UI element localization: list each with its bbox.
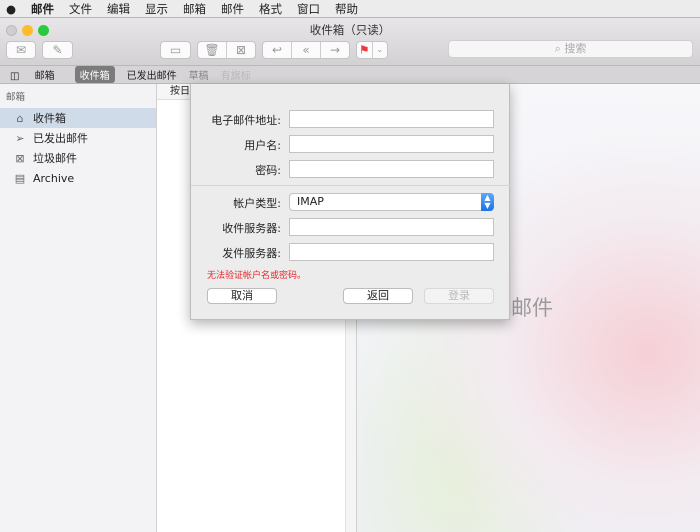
- sidebar: 邮箱 ⌂ 收件箱 ➢ 已发出邮件 ⊠ 垃圾邮件 ▤ Archive: [0, 84, 157, 532]
- sidebar-item-archive[interactable]: ▤ Archive: [0, 168, 156, 188]
- menu-format[interactable]: 格式: [259, 1, 282, 17]
- menu-message[interactable]: 邮件: [221, 1, 244, 17]
- password-field[interactable]: [289, 160, 494, 178]
- menu-view[interactable]: 显示: [145, 1, 168, 17]
- delete-button[interactable]: 🗑: [198, 42, 227, 58]
- fav-drafts[interactable]: 草稿: [189, 67, 209, 82]
- archive-button[interactable]: ▭: [161, 42, 190, 58]
- username-label: 用户名:: [244, 139, 281, 152]
- flag-button[interactable]: ⚑: [357, 42, 373, 58]
- reply-button[interactable]: ↩: [263, 42, 292, 58]
- search-placeholder: 搜索: [564, 42, 587, 55]
- sidebar-header: 邮箱: [6, 92, 26, 103]
- menu-bar: ● 邮件 文件 编辑 显示 邮箱 邮件 格式 窗口 帮助: [0, 0, 700, 18]
- cancel-button[interactable]: 取消: [207, 288, 277, 304]
- flag-menu-chevron-icon[interactable]: ⌄: [373, 42, 388, 58]
- email-field[interactable]: [289, 110, 494, 128]
- forward-button[interactable]: →: [321, 42, 349, 58]
- account-type-label: 帐户类型:: [233, 197, 281, 210]
- menu-mail[interactable]: 邮件: [31, 1, 54, 17]
- sidebar-item-label: Archive: [33, 171, 75, 185]
- fav-inbox[interactable]: 收件箱: [74, 66, 115, 83]
- reply-all-button[interactable]: «: [292, 42, 321, 58]
- updown-chevron-icon: ▲ ▼: [481, 193, 494, 211]
- incoming-server-label: 收件服务器:: [222, 222, 281, 235]
- outgoing-server-label: 发件服务器:: [222, 247, 281, 260]
- compose-button[interactable]: ✎: [43, 42, 72, 58]
- outgoing-server-field[interactable]: [289, 243, 494, 261]
- username-field[interactable]: [289, 135, 494, 153]
- menu-help[interactable]: 帮助: [335, 1, 358, 17]
- password-label: 密码:: [255, 164, 281, 177]
- menu-window[interactable]: 窗口: [297, 1, 320, 17]
- search-field[interactable]: ⌕ 搜索: [448, 40, 693, 58]
- window-title: 收件箱（只读）: [309, 23, 391, 37]
- favorites-bar: ◫ 邮箱 收件箱 已发出邮件 草稿 有旗标: [0, 66, 700, 84]
- paperplane-icon: ➢: [15, 131, 25, 145]
- archive-icon: ▤: [14, 171, 26, 185]
- get-mail-button[interactable]: ✉: [7, 42, 35, 58]
- account-type-value: IMAP: [297, 195, 324, 208]
- sidebar-icon: ◫: [10, 71, 23, 82]
- junk-icon: ⊠: [15, 151, 25, 165]
- menu-mailbox[interactable]: 邮箱: [183, 1, 206, 17]
- incoming-server-field[interactable]: [289, 218, 494, 236]
- account-type-select[interactable]: IMAP ▲ ▼: [289, 193, 494, 211]
- fav-sent[interactable]: 已发出邮件: [127, 67, 177, 82]
- junk-button[interactable]: ⊠: [227, 42, 255, 58]
- email-label: 电子邮件地址:: [211, 114, 281, 127]
- account-sheet: 电子邮件地址: 用户名: 密码: 帐户类型: IMAP ▲ ▼ 收件服务器: 发件服务…: [190, 84, 511, 320]
- tray-icon: ⌂: [16, 111, 24, 125]
- sidebar-item-label: 已发出邮件: [33, 132, 88, 145]
- sidebar-item-label: 垃圾邮件: [33, 152, 77, 165]
- menu-file[interactable]: 文件: [69, 1, 92, 17]
- title-bar: 收件箱（只读） ✉ ✎ ▭ 🗑 ⊠ ↩ «→ ⚑ ⌄ ⌕ 搜索: [0, 18, 700, 66]
- sidebar-item-sent[interactable]: ➢ 已发出邮件: [0, 128, 156, 148]
- error-message: 无法验证帐户名或密码。: [207, 271, 307, 281]
- apple-menu-icon[interactable]: ●: [6, 2, 16, 16]
- search-icon: ⌕: [554, 42, 565, 55]
- sidebar-item-inbox[interactable]: ⌂ 收件箱: [0, 108, 156, 128]
- menu-edit[interactable]: 编辑: [107, 1, 130, 17]
- mailboxes-label: 邮箱: [34, 71, 55, 82]
- sidebar-item-label: 收件箱: [33, 112, 66, 125]
- fav-flagged[interactable]: 有旗标: [221, 67, 251, 82]
- sign-in-button[interactable]: 登录: [424, 288, 494, 304]
- divider: [191, 185, 511, 186]
- mailboxes-toggle[interactable]: ◫ 邮箱: [10, 67, 67, 82]
- sidebar-item-junk[interactable]: ⊠ 垃圾邮件: [0, 148, 156, 168]
- back-button[interactable]: 返回: [343, 288, 413, 304]
